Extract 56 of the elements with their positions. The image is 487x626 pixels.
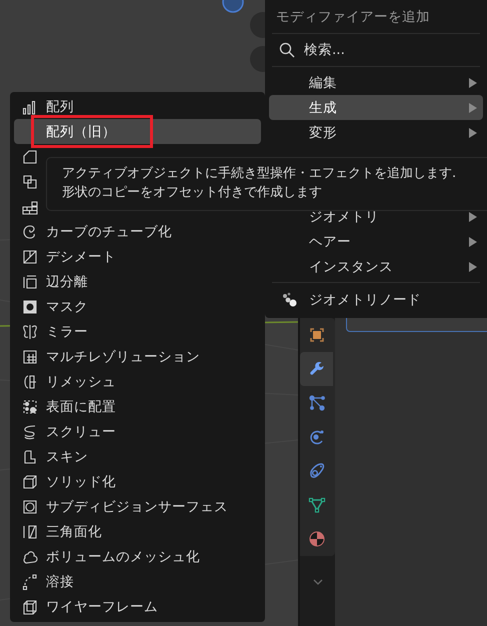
menu-item[interactable]: 辺分離 [14, 269, 261, 294]
search-icon [279, 42, 295, 58]
menu-item[interactable]: スキン [14, 444, 261, 469]
bars-icon [22, 98, 38, 114]
menu-item[interactable]: ボリュームのメッシュ化 [14, 544, 261, 569]
sphere-icon [308, 530, 326, 548]
constraint-icon [308, 462, 326, 480]
wrench-icon [308, 360, 326, 378]
menu-item[interactable]: ジオメトリノード [269, 287, 483, 312]
menu-item[interactable]: マスク [14, 294, 261, 319]
chevron-down-icon[interactable] [312, 578, 324, 586]
physics-icon [308, 428, 326, 446]
menu-item[interactable]: 表面に配置 [14, 394, 261, 419]
menu-item[interactable]: 溶接 [14, 569, 261, 594]
menu-item[interactable]: ジオメトリ [269, 204, 483, 229]
menu-item[interactable]: デシメート [14, 244, 261, 269]
menu-title: モディファイアーを追加 [275, 8, 431, 26]
particles-icon [308, 394, 326, 412]
remesh-icon [22, 374, 38, 390]
triangle-icon [308, 496, 326, 514]
dots-icon [22, 398, 38, 414]
triangulate-icon [22, 524, 38, 540]
grid-icon [22, 348, 38, 364]
dots-icon [281, 292, 299, 308]
menu-item[interactable]: サブディビジョンサーフェス [14, 494, 261, 519]
menu-item[interactable]: カーブのチューブ化 [14, 219, 261, 244]
properties-tab[interactable] [300, 352, 333, 386]
cube-icon [22, 598, 38, 614]
screw-icon [22, 424, 38, 440]
weld-icon [22, 574, 38, 590]
menu-item[interactable]: ソリッド化 [14, 469, 261, 494]
search-field[interactable]: 検索... [304, 42, 469, 58]
mirror-icon [22, 324, 38, 340]
skin-icon [22, 448, 38, 464]
menu-item[interactable]: 三角面化 [14, 519, 261, 544]
menu-item[interactable]: 生成 [269, 95, 483, 120]
object-icon [308, 326, 326, 344]
menu-item[interactable]: スクリュー [14, 419, 261, 444]
cloud-icon [22, 548, 38, 564]
menu-item[interactable]: インスタンス [269, 254, 483, 279]
tooltip-text: 形状のコピーをオフセット付きで作成します [62, 184, 322, 202]
mask-icon [22, 298, 38, 314]
bricks-icon [22, 198, 38, 214]
menu-item[interactable]: 変形 [269, 120, 483, 145]
menu-item[interactable]: マルチレゾリューション [14, 344, 261, 369]
tooltip-text: アクティブオブジェクトに手続き型操作・エフェクトを追加します. [62, 165, 456, 183]
menu-item[interactable]: ヘアー [269, 229, 483, 254]
spiral-icon [22, 224, 38, 240]
menu-item[interactable]: ミラー [14, 319, 261, 344]
overlapping-squares-icon [22, 174, 38, 190]
menu-item[interactable]: ワイヤーフレーム [14, 594, 261, 619]
solidify-icon [22, 474, 38, 490]
menu-item[interactable]: 編集 [269, 70, 483, 95]
menu-item[interactable]: 配列 [14, 94, 261, 119]
menu-item[interactable]: リメッシュ [14, 369, 261, 394]
circle-in-square-icon [22, 498, 38, 514]
